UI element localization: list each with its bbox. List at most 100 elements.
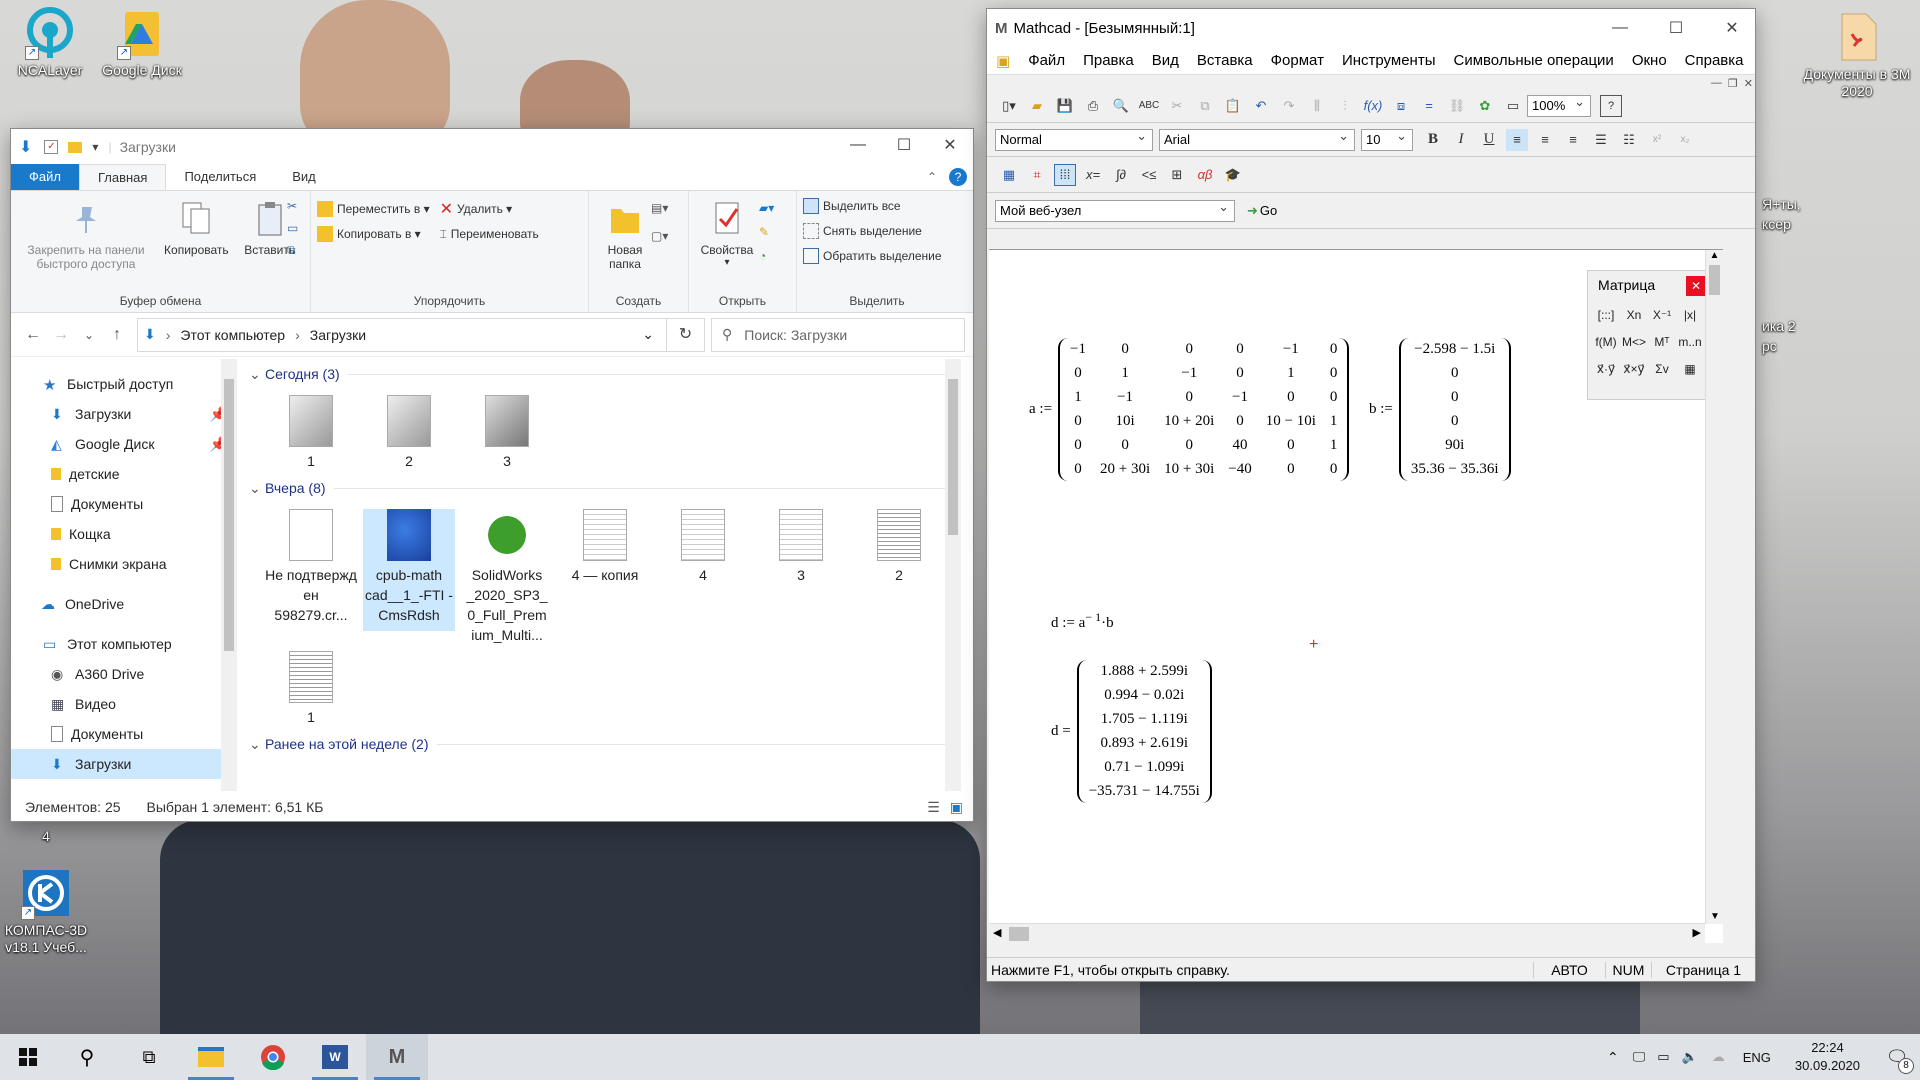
menu-tools[interactable]: Инструменты — [1333, 52, 1445, 69]
help-icon[interactable]: ? — [1600, 94, 1622, 117]
paste-icon[interactable]: 📋 — [1222, 95, 1244, 117]
vertical-scrollbar[interactable]: ▲ ▼ — [1705, 250, 1723, 924]
d-result[interactable]: d = 1.888 + 2.599i 0.994 − 0.02i 1.705 − 1… — [1051, 660, 1212, 803]
group-header[interactable]: ⌄ Сегодня (3) — [247, 359, 961, 389]
palette-button[interactable]: M<> — [1620, 328, 1648, 355]
file-item[interactable]: 3 — [755, 509, 847, 585]
folder-quick-icon[interactable] — [68, 141, 83, 153]
rename-button[interactable]: ⌶ Переименовать — [440, 223, 539, 245]
undo-icon[interactable]: ↶ — [1250, 95, 1272, 117]
nav-item-a360[interactable]: ◉ A360 Drive — [11, 659, 237, 689]
nav-item-documents[interactable]: Документы — [11, 719, 237, 749]
search-input[interactable]: ⚲ Поиск: Загрузки — [711, 317, 965, 352]
select-all-button[interactable]: Выделить все — [803, 195, 951, 217]
breadcrumb[interactable]: Загрузки — [310, 327, 366, 343]
underline-icon[interactable]: U — [1478, 129, 1500, 151]
new-item-icon[interactable]: ▤▾ — [651, 201, 668, 215]
copy-path-icon[interactable]: ▭ — [287, 221, 298, 235]
nav-item-video[interactable]: ▦ Видео — [11, 689, 237, 719]
maximize-button[interactable]: ☐ — [881, 129, 927, 161]
tab-home[interactable]: Главная — [78, 164, 167, 190]
properties-quick-icon[interactable]: ✓ — [44, 140, 59, 154]
menu-symbolics[interactable]: Символьные операции — [1444, 52, 1622, 69]
word-taskbar-button[interactable]: W — [304, 1034, 366, 1080]
volume-icon[interactable]: 🔈 — [1682, 1049, 1698, 1065]
clock[interactable]: 22:24 30.09.2020 — [1795, 1039, 1860, 1075]
file-item[interactable]: Не подтвержд ен 598279.cr... — [265, 509, 357, 625]
evaluation-toolbar-icon[interactable]: x= — [1082, 164, 1104, 186]
pin-button[interactable]: Закрепить на панели быстрого доступа — [20, 195, 152, 271]
desktop-icon-pdf-docs[interactable]: Документы в 3М 2020 — [1800, 10, 1914, 100]
spell-check-icon[interactable]: ABC — [1138, 95, 1160, 117]
new-icon[interactable]: ▯▾ — [998, 95, 1020, 117]
history-icon[interactable]: ◔ — [759, 249, 774, 263]
palette-button[interactable]: x⃗×y⃗ — [1620, 355, 1648, 382]
matrix-toolbar-icon[interactable]: ⁞⁞⁞ — [1054, 163, 1076, 186]
menu-edit[interactable]: Правка — [1074, 52, 1143, 69]
palette-button[interactable]: x⃗·y⃗ — [1592, 355, 1620, 382]
menu-help[interactable]: Справка — [1676, 52, 1753, 69]
doc-minimize-icon[interactable]: — — [1711, 77, 1722, 90]
notifications-button[interactable]: 🗨 8 — [1874, 1034, 1920, 1080]
component-wizard-icon[interactable]: ✿ — [1474, 95, 1496, 117]
calculus-toolbar-icon[interactable]: ∫∂ — [1110, 164, 1132, 186]
open-icon[interactable]: ▰▾ — [759, 201, 774, 215]
nav-scrollbar[interactable] — [221, 359, 237, 791]
show-hidden-icons-icon[interactable]: ⌃ — [1607, 1049, 1619, 1066]
file-item[interactable]: 2 — [363, 395, 455, 471]
copy-icon[interactable]: ⧉ — [1194, 95, 1216, 117]
deselect-button[interactable]: Снять выделение — [803, 220, 951, 242]
calculator-toolbar-icon[interactable]: ▦ — [998, 164, 1020, 186]
close-button[interactable]: ✕ — [1709, 12, 1755, 44]
align-down-icon[interactable]: ⫶ — [1334, 95, 1356, 117]
content-scrollbar[interactable] — [945, 359, 961, 791]
task-view-button[interactable]: ⧉ — [118, 1034, 180, 1080]
bullets-icon[interactable]: ☰ — [1590, 129, 1612, 151]
group-header[interactable]: ⌄ Ранее на этой неделе (2) — [247, 729, 961, 759]
nav-item-folder[interactable]: детские — [11, 459, 237, 489]
tab-share[interactable]: Поделиться — [166, 164, 274, 190]
nav-item-onedrive[interactable]: ☁ OneDrive — [11, 589, 237, 619]
print-icon[interactable]: ⎙ — [1082, 95, 1104, 117]
align-center-icon[interactable]: ≡ — [1534, 129, 1556, 151]
horizontal-scrollbar[interactable]: ◀ ▶ — [989, 923, 1705, 943]
bold-icon[interactable]: B — [1422, 129, 1444, 151]
menu-insert[interactable]: Вставка — [1188, 52, 1262, 69]
wifi-icon[interactable]: ☁ — [1712, 1049, 1725, 1065]
matrix-a-definition[interactable]: a := −1 0 0 0 −1 0 0 1 −1 0 1 0 1 −1 0 −1 0 0 0 10i 10 + 20i… — [1029, 338, 1350, 481]
calculate-icon[interactable]: = — [1418, 95, 1440, 117]
insert-unit-icon[interactable]: ⧈ — [1390, 95, 1412, 117]
cut-icon[interactable]: ✂ — [287, 199, 298, 213]
network-icon[interactable]: 🖵 — [1633, 1049, 1646, 1065]
style-select[interactable]: Normal — [995, 128, 1153, 151]
doc-restore-icon[interactable]: ❐ — [1728, 77, 1738, 90]
palette-button[interactable]: Mᵀ — [1648, 328, 1676, 355]
file-item[interactable]: 4 — [657, 509, 749, 585]
d-definition[interactable]: d := a− 1·b — [1051, 610, 1114, 632]
cut-icon[interactable]: ✂ — [1166, 95, 1188, 117]
nav-item-documents[interactable]: Документы — [11, 489, 237, 519]
forward-icon[interactable]: → — [47, 326, 75, 344]
search-button[interactable]: ⚲ — [56, 1034, 118, 1080]
file-item[interactable]: 4 — копия — [559, 509, 651, 585]
go-button[interactable]: ➜ Go — [1241, 203, 1283, 219]
invert-selection-button[interactable]: Обратить выделение — [803, 245, 951, 267]
close-button[interactable]: ✕ — [927, 129, 973, 161]
worksheet[interactable]: Матрица ✕ [:::] Xn X⁻¹ |x| f(M) M<> Mᵀ m..n x⃗·y… — [989, 249, 1723, 943]
help-icon[interactable]: ? — [949, 168, 967, 186]
file-item[interactable]: 1 — [265, 395, 357, 471]
group-header[interactable]: ⌄ Вчера (8) — [247, 473, 961, 503]
font-select[interactable]: Arial — [1159, 128, 1355, 151]
file-explorer-taskbar-button[interactable] — [180, 1034, 242, 1080]
programming-toolbar-icon[interactable]: ⊞ — [1166, 164, 1188, 186]
align-across-icon[interactable]: ⫼ — [1306, 95, 1328, 117]
print-preview-icon[interactable]: 🔍 — [1110, 95, 1132, 117]
insert-hyperlink-icon[interactable]: ⛓ — [1446, 95, 1468, 117]
superscript-icon[interactable]: x² — [1646, 129, 1668, 151]
palette-button[interactable]: f(M) — [1592, 328, 1620, 355]
refresh-icon[interactable]: ↻ — [667, 317, 705, 352]
qat-dropdown-icon[interactable]: ▾ — [92, 140, 98, 154]
italic-icon[interactable]: I — [1450, 129, 1472, 151]
chrome-taskbar-button[interactable] — [242, 1034, 304, 1080]
menu-format[interactable]: Формат — [1262, 52, 1333, 69]
